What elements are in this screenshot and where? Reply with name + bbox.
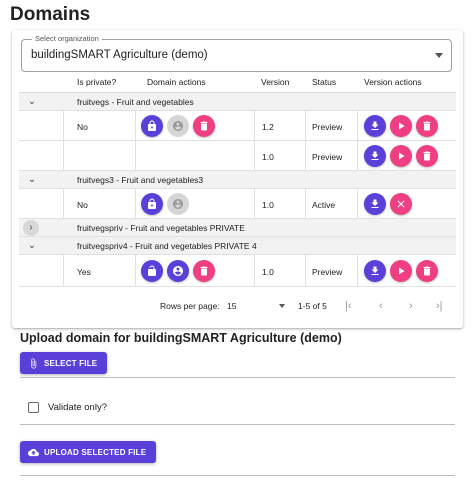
download-button[interactable] xyxy=(364,260,386,282)
table-row: No 1.2 Preview xyxy=(19,111,456,141)
play-icon xyxy=(399,152,405,160)
group-row[interactable]: ⌄ fruitvegs3 - Fruit and vegetables3 xyxy=(19,171,456,189)
lock-button[interactable] xyxy=(141,193,163,215)
download-icon xyxy=(371,151,379,160)
dropdown-arrow-icon xyxy=(279,304,285,308)
download-icon xyxy=(371,121,379,130)
play-icon xyxy=(399,122,405,130)
organization-select[interactable]: Select organization buildingSMART Agricu… xyxy=(21,34,452,72)
version-value: 1.0 xyxy=(262,200,274,210)
download-icon xyxy=(371,266,379,275)
group-label: fruitvegspriv - Fruit and vegetables PRI… xyxy=(77,223,245,233)
page-title: Domains xyxy=(10,4,91,25)
is-private-value: Yes xyxy=(77,267,91,277)
delete-domain-button[interactable] xyxy=(193,115,215,137)
chevron-down-icon[interactable]: ⌄ xyxy=(25,97,39,107)
chevron-down-icon[interactable]: ⌄ xyxy=(25,241,39,251)
lock-icon xyxy=(148,198,156,209)
previous-page-icon[interactable]: ‹ xyxy=(379,300,383,312)
table-row: Yes 1.0 Preview xyxy=(19,255,456,287)
download-icon xyxy=(371,199,379,208)
validate-only-checkbox[interactable] xyxy=(28,402,39,413)
select-file-button[interactable]: SELECT FILE xyxy=(20,352,108,374)
group-row[interactable]: › fruitvegspriv - Fruit and vegetables P… xyxy=(19,219,456,237)
person-button[interactable] xyxy=(167,115,189,137)
person-button[interactable] xyxy=(167,260,189,282)
status-value: Preview xyxy=(312,122,343,132)
chevron-down-icon[interactable]: ⌄ xyxy=(25,175,39,185)
version-value: 1.0 xyxy=(262,267,274,277)
group-row[interactable]: ⌄ fruitvegs - Fruit and vegetables xyxy=(19,93,456,111)
divider xyxy=(20,475,455,476)
play-icon xyxy=(399,267,405,275)
delete-version-button[interactable] xyxy=(416,145,438,167)
header-status: Status xyxy=(312,77,337,87)
table-row: No 1.0 Active xyxy=(19,189,456,219)
domains-card: Select organization buildingSMART Agricu… xyxy=(12,30,463,328)
header-is-private: Is private? xyxy=(77,77,117,87)
organization-select-value: buildingSMART Agriculture (demo) xyxy=(31,49,208,61)
upload-selected-file-label: UPLOAD SELECTED FILE xyxy=(44,447,147,457)
header-domain-actions: Domain actions xyxy=(147,77,206,87)
close-icon xyxy=(397,200,405,208)
unlock-button[interactable] xyxy=(141,260,163,282)
cancel-button[interactable] xyxy=(390,193,412,215)
group-row[interactable]: ⌄ fruitvegspriv4 - Fruit and vegetables … xyxy=(19,237,456,255)
group-label: fruitvegs3 - Fruit and vegetables3 xyxy=(77,175,204,185)
rows-per-page-value: 15 xyxy=(227,301,237,311)
person-button[interactable] xyxy=(167,193,189,215)
table-header: Is private? Domain actions Version Statu… xyxy=(19,71,456,93)
trash-icon xyxy=(423,151,431,161)
version-value: 1.2 xyxy=(262,122,274,132)
first-page-icon[interactable]: |‹ xyxy=(345,300,352,312)
is-private-value: No xyxy=(77,200,88,210)
cloud-upload-icon xyxy=(28,448,39,456)
organization-select-label: Select organization xyxy=(32,34,102,43)
rows-per-page-label: Rows per page: xyxy=(160,301,220,311)
chevron-right-icon[interactable]: › xyxy=(23,220,39,236)
dropdown-arrow-icon[interactable] xyxy=(435,53,443,58)
delete-version-button[interactable] xyxy=(416,260,438,282)
upload-section-title: Upload domain for buildingSMART Agricult… xyxy=(20,331,342,345)
trash-icon xyxy=(200,121,208,131)
download-button[interactable] xyxy=(364,193,386,215)
delete-domain-button[interactable] xyxy=(193,260,215,282)
group-label: fruitvegspriv4 - Fruit and vegetables PR… xyxy=(77,241,257,251)
download-button[interactable] xyxy=(364,115,386,137)
header-version: Version xyxy=(261,77,290,87)
download-button[interactable] xyxy=(364,145,386,167)
trash-icon xyxy=(423,266,431,276)
lock-icon xyxy=(148,120,156,131)
divider xyxy=(20,377,455,378)
validate-only-label: Validate only? xyxy=(48,402,107,413)
header-version-actions: Version actions xyxy=(364,77,422,87)
play-button[interactable] xyxy=(390,145,412,167)
rows-per-page-select[interactable]: 15 xyxy=(227,298,287,312)
account-circle-icon xyxy=(173,121,183,131)
group-label: fruitvegs - Fruit and vegetables xyxy=(77,97,194,107)
last-page-icon[interactable]: ›| xyxy=(436,300,443,312)
select-file-label: SELECT FILE xyxy=(44,358,98,368)
paperclip-icon xyxy=(31,357,37,369)
pagination-range: 1-5 of 5 xyxy=(298,301,327,311)
status-value: Preview xyxy=(312,267,343,277)
lock-open-icon xyxy=(148,265,156,276)
play-button[interactable] xyxy=(390,115,412,137)
is-private-value: No xyxy=(77,122,88,132)
upload-selected-file-button[interactable]: UPLOAD SELECTED FILE xyxy=(20,441,157,463)
account-circle-icon xyxy=(173,266,183,276)
status-value: Preview xyxy=(312,152,343,162)
next-page-icon[interactable]: › xyxy=(409,300,413,312)
trash-icon xyxy=(423,121,431,131)
trash-icon xyxy=(200,266,208,276)
delete-version-button[interactable] xyxy=(416,115,438,137)
account-circle-icon xyxy=(173,199,183,209)
play-button[interactable] xyxy=(390,260,412,282)
version-value: 1.0 xyxy=(262,152,274,162)
lock-button[interactable] xyxy=(141,115,163,137)
divider xyxy=(20,424,455,425)
status-value: Active xyxy=(312,200,336,210)
table-row: 1.0 Preview xyxy=(19,141,456,171)
